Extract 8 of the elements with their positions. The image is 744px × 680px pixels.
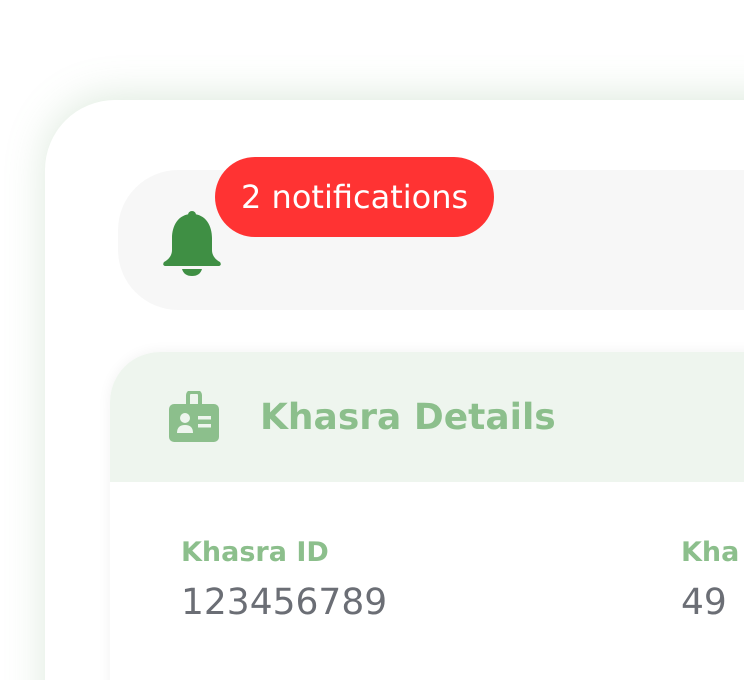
- field-value: 123456789: [181, 582, 388, 623]
- bell-icon[interactable]: [162, 210, 222, 278]
- id-card-icon: [168, 391, 220, 443]
- notification-badge: 2 notifications: [215, 157, 494, 237]
- field-value: 49: [681, 582, 728, 623]
- field-label: Khasra ID: [181, 537, 330, 568]
- section-title: Khasra Details: [260, 396, 556, 438]
- field-label: Kha: [681, 537, 740, 568]
